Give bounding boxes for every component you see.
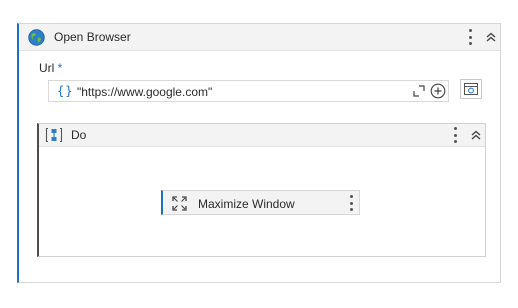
activity-more-icon[interactable] [467,29,473,45]
expression-icon: {} [57,84,74,98]
do-collapse-chevron-icon[interactable] [469,128,483,142]
do-more-icon[interactable] [452,127,458,143]
open-browser-activity[interactable]: Open Browser Url * {} "https://www.googl… [17,23,501,283]
collapse-chevron-icon[interactable] [484,30,498,44]
do-header[interactable]: Do [39,124,485,147]
url-input[interactable]: {} "https://www.google.com" [48,80,449,102]
do-title: Do [71,128,87,142]
globe-icon [28,29,45,46]
url-label: Url * [39,61,63,75]
url-value: "https://www.google.com" [77,85,213,99]
activity-title: Open Browser [54,30,131,44]
do-container[interactable]: Do Maximize Window [37,123,486,257]
maximize-window-activity[interactable]: Maximize Window [161,190,360,215]
browser-window-icon [464,83,478,95]
maximize-more-icon[interactable] [348,195,354,211]
sequence-icon [45,127,63,143]
expand-editor-icon[interactable] [413,85,425,97]
add-plus-icon[interactable] [430,83,446,99]
required-marker: * [57,61,63,75]
activity-header[interactable]: Open Browser [19,24,500,51]
maximize-window-title: Maximize Window [198,197,295,211]
maximize-icon [172,196,187,211]
browser-picker-button[interactable] [460,79,482,99]
